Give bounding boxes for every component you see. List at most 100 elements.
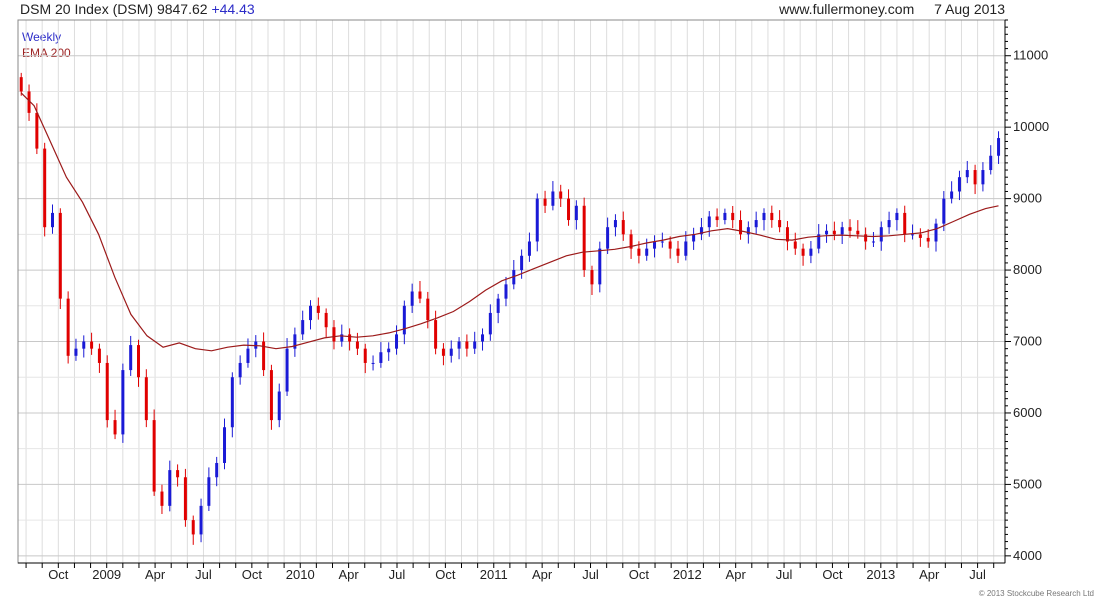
candle-body — [660, 241, 664, 243]
candle-body — [246, 348, 250, 363]
x-tick-label: Jul — [776, 567, 793, 582]
candle-body — [770, 212, 774, 221]
candle-body — [473, 341, 477, 349]
candle-body — [848, 227, 852, 231]
candle-body — [50, 212, 54, 228]
candle-body — [66, 298, 70, 356]
candle-body — [363, 348, 367, 363]
candle-body — [965, 170, 969, 178]
candle-body — [918, 234, 922, 238]
candle-body — [504, 284, 508, 299]
x-tick-label: Jul — [389, 567, 406, 582]
candle-body — [582, 205, 586, 271]
candle-body — [832, 230, 836, 235]
candle-body — [606, 227, 610, 249]
candle-body — [199, 505, 203, 535]
candle-body — [449, 348, 453, 356]
candle-body — [621, 220, 625, 235]
candle-body — [934, 223, 938, 242]
candle-body — [692, 234, 696, 242]
x-tick-label: Apr — [919, 567, 940, 582]
x-tick-label: Oct — [629, 567, 650, 582]
candle-body — [105, 362, 109, 421]
candle-body — [426, 298, 430, 321]
candle-body — [684, 241, 688, 256]
candle-body — [191, 520, 195, 535]
candle-body — [895, 212, 899, 221]
candle-body — [731, 212, 735, 221]
candle-body — [410, 291, 414, 306]
candle-body — [950, 191, 954, 199]
candle-body — [379, 352, 383, 363]
candle-body — [418, 291, 422, 299]
y-tick-label: 9000 — [1013, 191, 1042, 206]
candle-body — [801, 248, 805, 256]
candle-body — [676, 248, 680, 256]
candle-body — [989, 155, 993, 171]
x-tick-label: Apr — [145, 567, 166, 582]
candle-body — [871, 241, 875, 243]
candle-body — [903, 212, 907, 235]
y-tick-label: 5000 — [1013, 476, 1042, 491]
candle-body — [926, 237, 930, 242]
candle-body — [543, 198, 547, 206]
candle-body — [825, 230, 829, 235]
candle-body — [535, 198, 539, 242]
x-tick-label: 2013 — [866, 567, 895, 582]
candle-body — [559, 191, 563, 199]
candle-body — [762, 212, 766, 221]
candle-body — [754, 220, 758, 228]
candle-body — [488, 312, 492, 335]
candle-body — [168, 470, 172, 506]
x-tick-label: Apr — [532, 567, 553, 582]
candle-body — [637, 248, 641, 256]
candle-body — [997, 138, 1001, 156]
candle-body — [879, 227, 883, 242]
candle-body — [395, 334, 399, 349]
y-tick-label: 10000 — [1013, 119, 1049, 134]
x-tick-label: Apr — [726, 567, 747, 582]
candle-body — [887, 220, 891, 228]
candle-body — [465, 341, 469, 349]
x-tick-label: 2011 — [480, 567, 508, 582]
x-tick-label: Apr — [338, 567, 359, 582]
candle-body — [58, 212, 62, 299]
candle-body — [176, 470, 180, 478]
candle-body — [496, 298, 500, 313]
candle-body — [402, 305, 406, 335]
candle-body — [574, 205, 578, 221]
candle-body — [121, 370, 125, 435]
candle-body — [316, 305, 320, 313]
candle-body — [82, 341, 86, 349]
candle-body — [707, 216, 711, 228]
candle-body — [285, 348, 289, 392]
candle-body — [113, 420, 117, 435]
candle-body — [942, 198, 946, 224]
candle-body — [355, 341, 359, 349]
candle-body — [567, 198, 571, 221]
candle-body — [152, 420, 156, 492]
candle-body — [215, 462, 219, 478]
candle-body — [129, 345, 133, 371]
candle-body — [778, 220, 782, 228]
candle-body — [332, 327, 336, 342]
x-tick-label: Oct — [242, 567, 263, 582]
candle-body — [309, 305, 313, 321]
candle-body — [324, 312, 328, 328]
candle-body — [207, 477, 211, 506]
candle-body — [840, 227, 844, 235]
candle-body — [981, 170, 985, 185]
candle-body — [160, 491, 164, 506]
candle-body — [277, 391, 281, 421]
candle-body — [481, 334, 485, 342]
candle-body — [301, 320, 305, 335]
candle-body — [715, 216, 719, 221]
candle-body — [590, 270, 594, 285]
y-tick-label: 6000 — [1013, 405, 1042, 420]
candle-body — [957, 177, 961, 192]
x-tick-label: 2012 — [673, 567, 702, 582]
x-tick-label: Jul — [195, 567, 212, 582]
y-tick-label: 11000 — [1013, 48, 1048, 63]
x-tick-label: 2009 — [92, 567, 121, 582]
candle-body — [864, 234, 868, 242]
